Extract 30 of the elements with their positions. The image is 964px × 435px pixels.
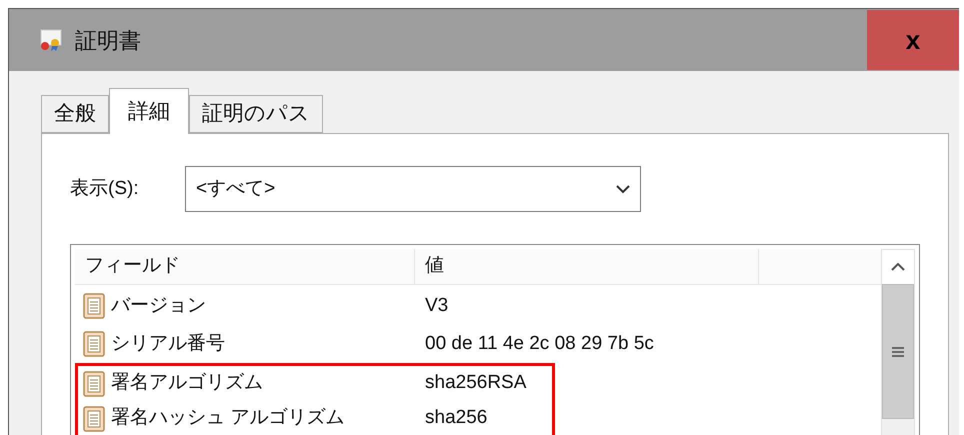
- show-dropdown[interactable]: <すべて>: [185, 166, 641, 212]
- field-icon: [83, 370, 105, 396]
- scroll-grip-icon: [891, 346, 905, 358]
- field-icon: [83, 293, 105, 319]
- tab[interactable]: 詳細: [109, 88, 189, 134]
- column-header[interactable]: 値: [415, 249, 759, 284]
- tab[interactable]: 証明のパス: [189, 95, 323, 133]
- table-row[interactable]: シリアル番号 00 de 11 4e 2c 08 29 7b 5c: [75, 325, 657, 363]
- table-row[interactable]: 署名アルゴリズム sha256RSA: [75, 363, 555, 401]
- field-name: バージョン: [111, 294, 206, 318]
- close-button[interactable]: x: [867, 10, 959, 70]
- table-row[interactable]: バージョン V3: [75, 287, 555, 325]
- window-title: 証明書: [75, 26, 141, 54]
- certificate-icon: [39, 28, 63, 52]
- field-icon: [83, 331, 105, 357]
- field-value: sha256RSA: [424, 371, 526, 396]
- field-value: V3: [424, 294, 448, 318]
- field-value: 00 de 11 4e 2c 08 29 7b 5c: [424, 332, 654, 356]
- field-value: sha256: [424, 406, 488, 430]
- dropdown-caret-icon: [616, 184, 630, 194]
- column-header[interactable]: フィールド: [75, 249, 415, 284]
- scrollbar[interactable]: [881, 249, 915, 435]
- table-row[interactable]: 署名ハッシュ アルゴリズム sha256: [75, 401, 555, 435]
- field-icon: [83, 406, 105, 432]
- field-name: シリアル番号: [111, 332, 225, 356]
- scroll-up-icon: [891, 263, 905, 271]
- tab[interactable]: 全般: [41, 95, 109, 133]
- field-name: 署名アルゴリズム: [111, 371, 263, 396]
- field-name: 署名ハッシュ アルゴリズム: [111, 406, 344, 430]
- show-label: 表示(S):: [70, 176, 140, 201]
